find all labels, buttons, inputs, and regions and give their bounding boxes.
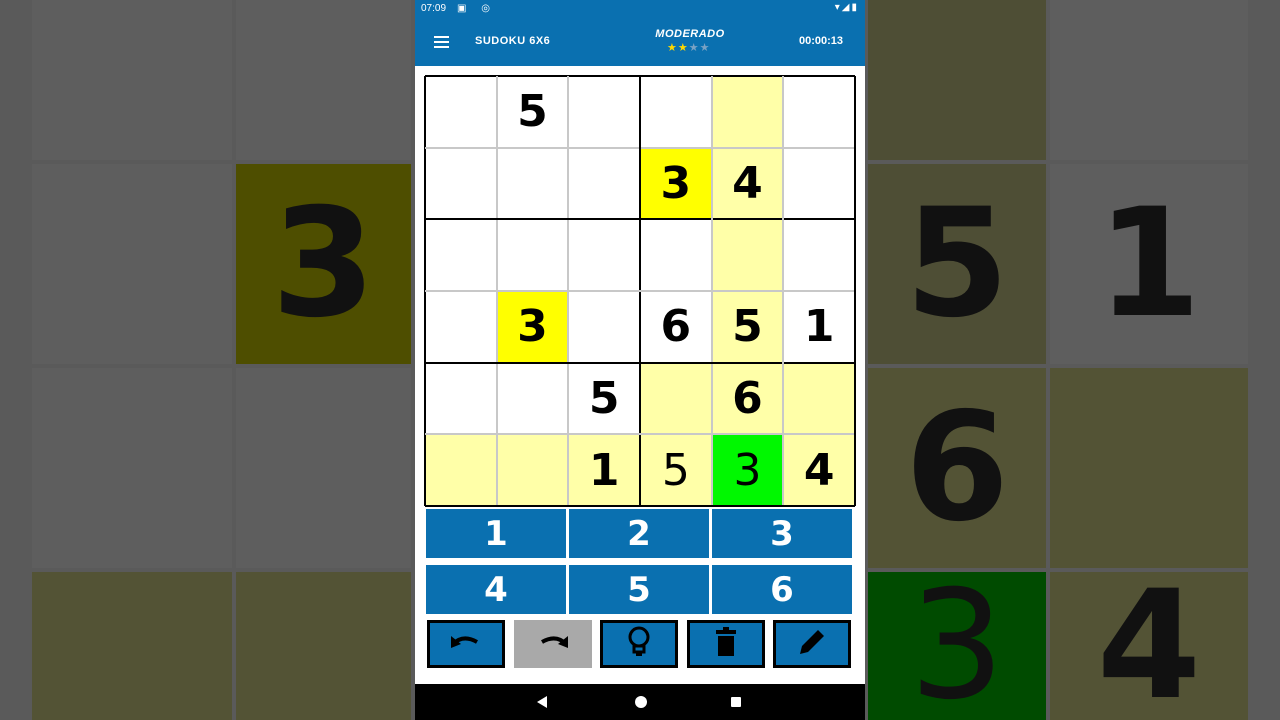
board-cell[interactable]: 3 (711, 434, 784, 506)
difficulty-label: MODERADO (655, 28, 725, 40)
grid-line (425, 361, 855, 364)
trash-icon (715, 626, 737, 662)
trash-button[interactable] (686, 620, 765, 668)
difficulty-stars: ★★★★ (667, 41, 711, 54)
background-cell: 3 (236, 164, 411, 364)
background-cell (32, 368, 232, 568)
background-cell: 4 (1050, 559, 1248, 720)
status-time: 07:09 (421, 3, 447, 14)
background-cell: 6 (868, 368, 1046, 568)
menu-icon[interactable] (434, 36, 449, 48)
board-cell[interactable]: 3 (640, 147, 712, 220)
board-cell[interactable]: 4 (711, 147, 784, 220)
background-cell: 3 (868, 559, 1046, 720)
star-icon: ★ (699, 42, 711, 54)
grid-line (425, 505, 855, 507)
grid-line (425, 290, 855, 292)
nav-home-icon[interactable] (635, 696, 647, 708)
lightbulb-icon (627, 626, 651, 663)
grid-line (854, 76, 856, 506)
board-cell[interactable]: 1 (568, 434, 640, 506)
board-cell[interactable]: 5 (711, 291, 784, 363)
grid-line (782, 76, 785, 506)
board-cell[interactable] (425, 362, 497, 435)
number-button-6[interactable]: 6 (712, 565, 852, 614)
number-button-4[interactable]: 4 (426, 565, 566, 614)
nav-recents-icon[interactable] (731, 697, 741, 707)
grid-line (710, 76, 713, 506)
redo-icon (536, 632, 570, 657)
app-bar: SUDOKU 6X6 MODERADO ★★★★ 00:00:13 (415, 18, 865, 66)
board-cell[interactable] (568, 76, 640, 148)
notification-icons: ▣ ◎ (457, 3, 496, 14)
app-title: SUDOKU 6X6 (475, 35, 551, 47)
background-cell: 1 (1050, 164, 1248, 364)
background-cell (236, 368, 411, 568)
grid-line (425, 433, 855, 436)
signal-battery-icon: ▾◢▮ (834, 2, 859, 13)
system-nav-bar (415, 684, 865, 720)
board-cell[interactable]: 5 (640, 434, 712, 506)
background-cell (236, 572, 411, 720)
board-cell[interactable] (496, 362, 569, 435)
board-cell[interactable]: 5 (496, 76, 569, 148)
board-cell[interactable] (496, 147, 569, 220)
background-cell: 5 (868, 164, 1046, 364)
board-cell[interactable] (640, 76, 712, 148)
board-cell[interactable]: 6 (711, 362, 784, 435)
board-cell[interactable] (425, 219, 497, 291)
number-button-3[interactable]: 3 (712, 509, 852, 558)
lightbulb-button[interactable] (600, 620, 678, 668)
board-cell[interactable] (425, 76, 497, 148)
status-bar: 07:09 ▣ ◎ ▾◢▮ (415, 0, 865, 18)
background-cell (1050, 368, 1248, 568)
undo-button[interactable] (427, 620, 505, 668)
background-cell (868, 0, 1046, 160)
board-cell[interactable]: 6 (640, 291, 712, 363)
star-icon: ★ (667, 42, 678, 54)
background-cell (1050, 0, 1248, 160)
board-cell[interactable] (783, 76, 855, 148)
board-cell[interactable] (640, 362, 712, 435)
board-cell[interactable] (496, 219, 569, 291)
board-cell[interactable]: 1 (783, 291, 855, 363)
board-cell[interactable]: 4 (783, 434, 855, 506)
star-icon: ★ (677, 42, 689, 54)
board-cell[interactable]: 5 (568, 362, 640, 435)
redo-button[interactable] (513, 620, 592, 668)
board-cell[interactable] (783, 362, 855, 435)
board-cell[interactable] (568, 291, 640, 363)
number-button-5[interactable]: 5 (569, 565, 709, 614)
pencil-button[interactable] (773, 620, 851, 668)
board-cell[interactable] (496, 434, 569, 506)
nav-back-icon[interactable] (537, 696, 547, 708)
board-cell[interactable] (568, 147, 640, 220)
sudoku-board: 5343651561534 (424, 75, 856, 507)
background-cell (236, 0, 411, 160)
background-cell (32, 0, 232, 160)
board-cell[interactable] (640, 219, 712, 291)
number-button-2[interactable]: 2 (569, 509, 709, 558)
board-cell[interactable]: 3 (496, 291, 569, 363)
board-cell[interactable] (425, 147, 497, 220)
star-icon: ★ (688, 42, 700, 54)
board-cell[interactable] (783, 147, 855, 220)
board-cell[interactable] (711, 76, 784, 148)
background-cell (32, 572, 232, 720)
number-button-1[interactable]: 1 (426, 509, 566, 558)
undo-icon (449, 632, 483, 657)
board-cell[interactable] (425, 434, 497, 506)
background-cell (32, 164, 232, 364)
board-cell[interactable] (425, 291, 497, 363)
game-timer: 00:00:13 (798, 35, 843, 47)
board-cell[interactable] (711, 219, 784, 291)
board-cell[interactable] (783, 219, 855, 291)
pencil-icon (796, 626, 828, 663)
board-cell[interactable] (568, 219, 640, 291)
